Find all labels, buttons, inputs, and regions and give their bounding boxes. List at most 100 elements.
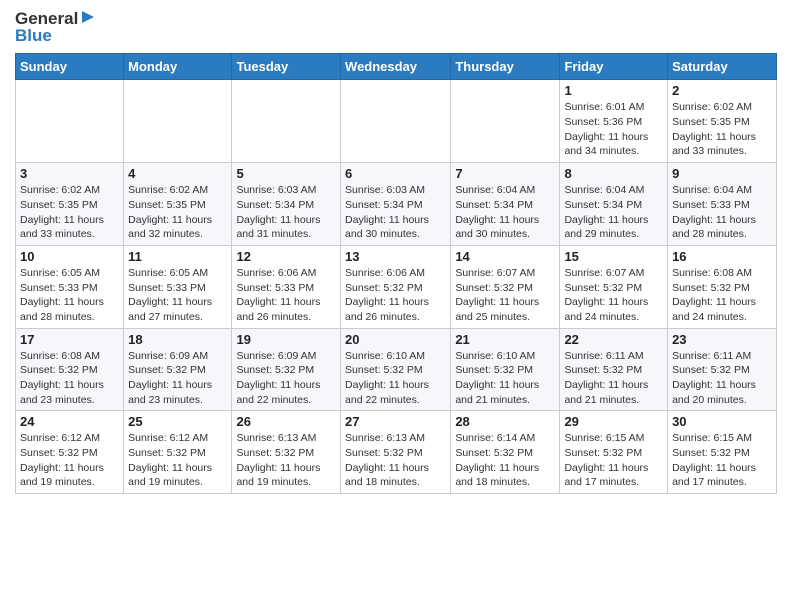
day-number: 18 — [128, 332, 227, 347]
calendar-cell: 26 Sunrise: 6:13 AMSunset: 5:32 PMDayligh… — [232, 411, 341, 494]
day-info: Sunrise: 6:11 AMSunset: 5:32 PMDaylight:… — [564, 349, 663, 408]
calendar-cell: 18Sunrise: 6:09 AMSunset: 5:32 PMDayligh… — [124, 328, 232, 411]
calendar-cell: 6 Sunrise: 6:03 AMSunset: 5:34 PMDaylight… — [341, 163, 451, 246]
calendar-cell: 11 Sunrise: 6:05 AMSunset: 5:33 PMDayligh… — [124, 245, 232, 328]
calendar-cell: 9 Sunrise: 6:04 AMSunset: 5:33 PMDaylight… — [668, 163, 777, 246]
logo: General Blue — [15, 10, 96, 45]
day-info: Sunrise: 6:06 AMSunset: 5:33 PMDaylight:… — [236, 266, 336, 325]
calendar-cell: 23 Sunrise: 6:11 AMSunset: 5:32 PMDayligh… — [668, 328, 777, 411]
weekday-monday: Monday — [124, 54, 232, 80]
day-info: Sunrise: 6:02 AMSunset: 5:35 PMDaylight:… — [128, 183, 227, 242]
day-info: Sunrise: 6:04 AMSunset: 5:33 PMDaylight:… — [672, 183, 772, 242]
day-number: 6 — [345, 166, 446, 181]
day-info: Sunrise: 6:04 AMSunset: 5:34 PMDaylight:… — [455, 183, 555, 242]
day-number: 1 — [564, 83, 663, 98]
day-info: Sunrise: 6:08 AMSunset: 5:32 PMDaylight:… — [20, 349, 119, 408]
logo-arrow-icon — [80, 9, 96, 25]
day-info: Sunrise: 6:06 AMSunset: 5:32 PMDaylight:… — [345, 266, 446, 325]
day-number: 25 — [128, 414, 227, 429]
day-info: Sunrise: 6:08 AMSunset: 5:32 PMDaylight:… — [672, 266, 772, 325]
day-number: 8 — [564, 166, 663, 181]
day-number: 16 — [672, 249, 772, 264]
calendar-cell: 17 Sunrise: 6:08 AMSunset: 5:32 PMDayligh… — [16, 328, 124, 411]
logo-blue: Blue — [15, 27, 96, 46]
day-number: 23 — [672, 332, 772, 347]
day-number: 17 — [20, 332, 119, 347]
day-number: 4 — [128, 166, 227, 181]
weekday-saturday: Saturday — [668, 54, 777, 80]
calendar-cell — [16, 80, 124, 163]
calendar-cell: 1 Sunrise: 6:01 AMSunset: 5:36 PMDaylight… — [560, 80, 668, 163]
calendar-cell: 12 Sunrise: 6:06 AMSunset: 5:33 PMDayligh… — [232, 245, 341, 328]
calendar-cell: 21 Sunrise: 6:10 AMSunset: 5:32 PMDayligh… — [451, 328, 560, 411]
logo-text-block: General Blue — [15, 10, 96, 45]
calendar-cell: 14 Sunrise: 6:07 AMSunset: 5:32 PMDayligh… — [451, 245, 560, 328]
day-info: Sunrise: 6:11 AMSunset: 5:32 PMDaylight:… — [672, 349, 772, 408]
day-number: 24 — [20, 414, 119, 429]
weekday-wednesday: Wednesday — [341, 54, 451, 80]
day-info: Sunrise: 6:03 AMSunset: 5:34 PMDaylight:… — [236, 183, 336, 242]
day-number: 21 — [455, 332, 555, 347]
calendar-cell: 15 Sunrise: 6:07 AMSunset: 5:32 PMDayligh… — [560, 245, 668, 328]
day-number: 30 — [672, 414, 772, 429]
week-row-3: 10Sunrise: 6:05 AMSunset: 5:33 PMDayligh… — [16, 245, 777, 328]
day-info: Sunrise: 6:09 AMSunset: 5:32 PMDaylight:… — [236, 349, 336, 408]
weekday-tuesday: Tuesday — [232, 54, 341, 80]
day-info: Sunrise: 6:02 AMSunset: 5:35 PMDaylight:… — [20, 183, 119, 242]
day-number: 29 — [564, 414, 663, 429]
day-number: 5 — [236, 166, 336, 181]
day-info: Sunrise: 6:14 AMSunset: 5:32 PMDaylight:… — [455, 431, 555, 490]
day-info: Sunrise: 6:12 AMSunset: 5:32 PMDaylight:… — [128, 431, 227, 490]
day-info: Sunrise: 6:05 AMSunset: 5:33 PMDaylight:… — [20, 266, 119, 325]
day-info: Sunrise: 6:04 AMSunset: 5:34 PMDaylight:… — [564, 183, 663, 242]
day-info: Sunrise: 6:15 AMSunset: 5:32 PMDaylight:… — [564, 431, 663, 490]
calendar-cell — [341, 80, 451, 163]
day-number: 15 — [564, 249, 663, 264]
day-info: Sunrise: 6:02 AMSunset: 5:35 PMDaylight:… — [672, 100, 772, 159]
calendar-cell: 8 Sunrise: 6:04 AMSunset: 5:34 PMDaylight… — [560, 163, 668, 246]
calendar-cell: 2 Sunrise: 6:02 AMSunset: 5:35 PMDaylight… — [668, 80, 777, 163]
header: General Blue — [15, 10, 777, 45]
calendar-cell: 30 Sunrise: 6:15 AMSunset: 5:32 PMDayligh… — [668, 411, 777, 494]
day-info: Sunrise: 6:10 AMSunset: 5:32 PMDaylight:… — [345, 349, 446, 408]
day-info: Sunrise: 6:12 AMSunset: 5:32 PMDaylight:… — [20, 431, 119, 490]
weekday-header-row: SundayMondayTuesdayWednesdayThursdayFrid… — [16, 54, 777, 80]
day-info: Sunrise: 6:15 AMSunset: 5:32 PMDaylight:… — [672, 431, 772, 490]
day-info: Sunrise: 6:13 AMSunset: 5:32 PMDaylight:… — [345, 431, 446, 490]
day-number: 27 — [345, 414, 446, 429]
day-number: 9 — [672, 166, 772, 181]
day-number: 2 — [672, 83, 772, 98]
day-number: 7 — [455, 166, 555, 181]
day-number: 12 — [236, 249, 336, 264]
calendar-cell: 10Sunrise: 6:05 AMSunset: 5:33 PMDayligh… — [16, 245, 124, 328]
day-number: 14 — [455, 249, 555, 264]
calendar-cell — [451, 80, 560, 163]
day-number: 3 — [20, 166, 119, 181]
day-info: Sunrise: 6:05 AMSunset: 5:33 PMDaylight:… — [128, 266, 227, 325]
calendar-cell: 25 Sunrise: 6:12 AMSunset: 5:32 PMDayligh… — [124, 411, 232, 494]
calendar-cell: 28 Sunrise: 6:14 AMSunset: 5:32 PMDayligh… — [451, 411, 560, 494]
day-number: 11 — [128, 249, 227, 264]
calendar-table: SundayMondayTuesdayWednesdayThursdayFrid… — [15, 53, 777, 494]
calendar-cell: 24 Sunrise: 6:12 AMSunset: 5:32 PMDayligh… — [16, 411, 124, 494]
day-number: 22 — [564, 332, 663, 347]
calendar-cell: 16 Sunrise: 6:08 AMSunset: 5:32 PMDayligh… — [668, 245, 777, 328]
day-number: 13 — [345, 249, 446, 264]
weekday-thursday: Thursday — [451, 54, 560, 80]
calendar-cell: 27 Sunrise: 6:13 AMSunset: 5:32 PMDayligh… — [341, 411, 451, 494]
day-info: Sunrise: 6:10 AMSunset: 5:32 PMDaylight:… — [455, 349, 555, 408]
day-info: Sunrise: 6:01 AMSunset: 5:36 PMDaylight:… — [564, 100, 663, 159]
day-info: Sunrise: 6:07 AMSunset: 5:32 PMDaylight:… — [455, 266, 555, 325]
day-number: 20 — [345, 332, 446, 347]
calendar-cell: 4 Sunrise: 6:02 AMSunset: 5:35 PMDaylight… — [124, 163, 232, 246]
day-number: 28 — [455, 414, 555, 429]
day-info: Sunrise: 6:07 AMSunset: 5:32 PMDaylight:… — [564, 266, 663, 325]
week-row-1: 1 Sunrise: 6:01 AMSunset: 5:36 PMDaylight… — [16, 80, 777, 163]
day-number: 19 — [236, 332, 336, 347]
day-number: 26 — [236, 414, 336, 429]
day-info: Sunrise: 6:03 AMSunset: 5:34 PMDaylight:… — [345, 183, 446, 242]
day-info: Sunrise: 6:13 AMSunset: 5:32 PMDaylight:… — [236, 431, 336, 490]
week-row-5: 24 Sunrise: 6:12 AMSunset: 5:32 PMDayligh… — [16, 411, 777, 494]
calendar-cell — [232, 80, 341, 163]
calendar-cell: 13 Sunrise: 6:06 AMSunset: 5:32 PMDayligh… — [341, 245, 451, 328]
